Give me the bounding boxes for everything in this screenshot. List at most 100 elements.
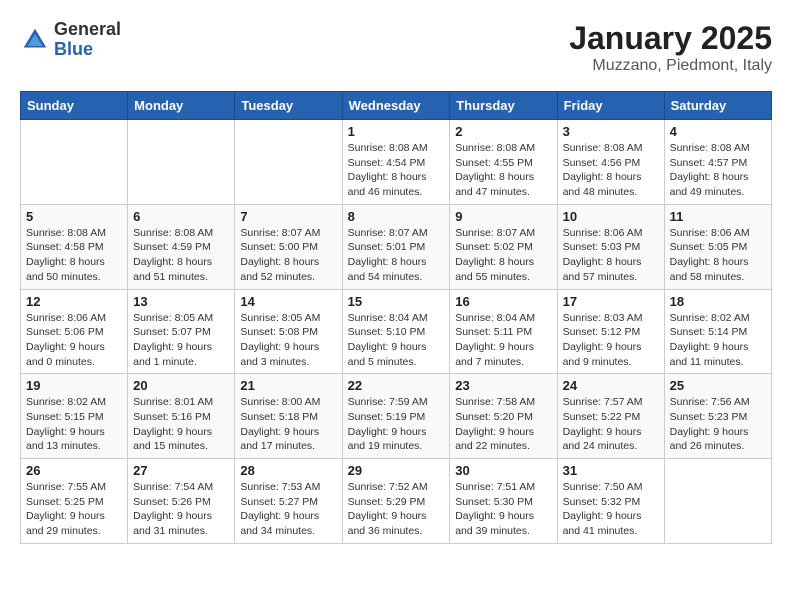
day-info: Sunrise: 8:08 AM Sunset: 4:55 PM Dayligh… (455, 141, 551, 200)
calendar-day-cell: 11Sunrise: 8:06 AM Sunset: 5:05 PM Dayli… (664, 204, 771, 289)
day-info: Sunrise: 7:53 AM Sunset: 5:27 PM Dayligh… (240, 480, 336, 539)
calendar-day-cell: 28 Sunrise: 7:53 AM Sunset: 5:27 PM Dayli… (235, 459, 342, 544)
weekday-header: Monday (128, 92, 235, 120)
calendar-day-cell: 26Sunrise: 7:55 AM Sunset: 5:25 PM Dayli… (21, 459, 128, 544)
day-info: Sunrise: 8:05 AM Sunset: 5:08 PM Dayligh… (240, 311, 336, 370)
day-number: 10 (563, 209, 659, 224)
day-number: 23 (455, 378, 551, 393)
calendar-header-row: SundayMondayTuesdayWednesdayThursdayFrid… (21, 92, 772, 120)
calendar-day-cell: 8 Sunrise: 8:07 AM Sunset: 5:01 PM Daylig… (342, 204, 450, 289)
day-number: 19 (26, 378, 122, 393)
weekday-header: Thursday (450, 92, 557, 120)
logo: General Blue (20, 20, 121, 60)
day-number: 20 (133, 378, 229, 393)
calendar-week-row: 5 Sunrise: 8:08 AM Sunset: 4:58 PM Daylig… (21, 204, 772, 289)
calendar-day-cell: 4Sunrise: 8:08 AM Sunset: 4:57 PM Daylig… (664, 120, 771, 205)
calendar-day-cell: 21Sunrise: 8:00 AM Sunset: 5:18 PM Dayli… (235, 374, 342, 459)
day-info: Sunrise: 8:04 AM Sunset: 5:10 PM Dayligh… (348, 311, 445, 370)
location-text: Muzzano, Piedmont, Italy (569, 57, 772, 75)
calendar-day-cell (664, 459, 771, 544)
calendar-day-cell: 12Sunrise: 8:06 AM Sunset: 5:06 PM Dayli… (21, 289, 128, 374)
calendar-day-cell: 3 Sunrise: 8:08 AM Sunset: 4:56 PM Daylig… (557, 120, 664, 205)
day-info: Sunrise: 8:08 AM Sunset: 4:54 PM Dayligh… (348, 141, 445, 200)
day-number: 13 (133, 294, 229, 309)
calendar-day-cell: 6 Sunrise: 8:08 AM Sunset: 4:59 PM Daylig… (128, 204, 235, 289)
calendar-day-cell: 7 Sunrise: 8:07 AM Sunset: 5:00 PM Daylig… (235, 204, 342, 289)
day-number: 25 (670, 378, 766, 393)
day-info: Sunrise: 7:56 AM Sunset: 5:23 PM Dayligh… (670, 395, 766, 454)
day-number: 28 (240, 463, 336, 478)
title-block: January 2025 Muzzano, Piedmont, Italy (569, 20, 772, 75)
calendar-day-cell: 30Sunrise: 7:51 AM Sunset: 5:30 PM Dayli… (450, 459, 557, 544)
calendar-day-cell: 22Sunrise: 7:59 AM Sunset: 5:19 PM Dayli… (342, 374, 450, 459)
day-info: Sunrise: 7:54 AM Sunset: 5:26 PM Dayligh… (133, 480, 229, 539)
day-number: 24 (563, 378, 659, 393)
calendar-day-cell: 24Sunrise: 7:57 AM Sunset: 5:22 PM Dayli… (557, 374, 664, 459)
calendar-day-cell: 1Sunrise: 8:08 AM Sunset: 4:54 PM Daylig… (342, 120, 450, 205)
logo-general-text: General (54, 20, 121, 40)
calendar-day-cell: 14 Sunrise: 8:05 AM Sunset: 5:08 PM Dayli… (235, 289, 342, 374)
calendar-day-cell: 18 Sunrise: 8:02 AM Sunset: 5:14 PM Dayli… (664, 289, 771, 374)
day-number: 8 (348, 209, 445, 224)
month-title: January 2025 (569, 20, 772, 57)
calendar-day-cell: 25 Sunrise: 7:56 AM Sunset: 5:23 PM Dayli… (664, 374, 771, 459)
day-info: Sunrise: 8:08 AM Sunset: 4:59 PM Dayligh… (133, 226, 229, 285)
day-number: 15 (348, 294, 445, 309)
day-number: 7 (240, 209, 336, 224)
day-number: 11 (670, 209, 766, 224)
day-info: Sunrise: 8:06 AM Sunset: 5:03 PM Dayligh… (563, 226, 659, 285)
weekday-header: Friday (557, 92, 664, 120)
calendar-day-cell: 19 Sunrise: 8:02 AM Sunset: 5:15 PM Dayli… (21, 374, 128, 459)
page-header: General Blue January 2025 Muzzano, Piedm… (20, 20, 772, 75)
day-number: 12 (26, 294, 122, 309)
logo-blue-text: Blue (54, 40, 121, 60)
calendar-day-cell (21, 120, 128, 205)
calendar-day-cell: 31 Sunrise: 7:50 AM Sunset: 5:32 PM Dayli… (557, 459, 664, 544)
calendar-day-cell: 13 Sunrise: 8:05 AM Sunset: 5:07 PM Dayli… (128, 289, 235, 374)
day-info: Sunrise: 8:08 AM Sunset: 4:57 PM Dayligh… (670, 141, 766, 200)
day-info: Sunrise: 8:07 AM Sunset: 5:01 PM Dayligh… (348, 226, 445, 285)
day-number: 14 (240, 294, 336, 309)
day-number: 17 (563, 294, 659, 309)
calendar-day-cell: 23 Sunrise: 7:58 AM Sunset: 5:20 PM Dayli… (450, 374, 557, 459)
weekday-header: Saturday (664, 92, 771, 120)
day-info: Sunrise: 8:02 AM Sunset: 5:15 PM Dayligh… (26, 395, 122, 454)
day-info: Sunrise: 8:01 AM Sunset: 5:16 PM Dayligh… (133, 395, 229, 454)
calendar-week-row: 1Sunrise: 8:08 AM Sunset: 4:54 PM Daylig… (21, 120, 772, 205)
day-number: 31 (563, 463, 659, 478)
calendar-day-cell: 27 Sunrise: 7:54 AM Sunset: 5:26 PM Dayli… (128, 459, 235, 544)
day-info: Sunrise: 8:00 AM Sunset: 5:18 PM Dayligh… (240, 395, 336, 454)
calendar-table: SundayMondayTuesdayWednesdayThursdayFrid… (20, 91, 772, 544)
calendar-day-cell: 5 Sunrise: 8:08 AM Sunset: 4:58 PM Daylig… (21, 204, 128, 289)
day-number: 6 (133, 209, 229, 224)
day-number: 3 (563, 124, 659, 139)
day-number: 2 (455, 124, 551, 139)
day-number: 16 (455, 294, 551, 309)
logo-text: General Blue (54, 20, 121, 60)
day-number: 5 (26, 209, 122, 224)
day-info: Sunrise: 8:05 AM Sunset: 5:07 PM Dayligh… (133, 311, 229, 370)
day-info: Sunrise: 7:50 AM Sunset: 5:32 PM Dayligh… (563, 480, 659, 539)
weekday-header: Sunday (21, 92, 128, 120)
calendar-day-cell: 29Sunrise: 7:52 AM Sunset: 5:29 PM Dayli… (342, 459, 450, 544)
calendar-week-row: 12Sunrise: 8:06 AM Sunset: 5:06 PM Dayli… (21, 289, 772, 374)
day-number: 18 (670, 294, 766, 309)
calendar-day-cell (235, 120, 342, 205)
day-number: 9 (455, 209, 551, 224)
day-info: Sunrise: 8:07 AM Sunset: 5:00 PM Dayligh… (240, 226, 336, 285)
day-info: Sunrise: 8:08 AM Sunset: 4:56 PM Dayligh… (563, 141, 659, 200)
day-number: 29 (348, 463, 445, 478)
day-info: Sunrise: 8:02 AM Sunset: 5:14 PM Dayligh… (670, 311, 766, 370)
day-info: Sunrise: 7:58 AM Sunset: 5:20 PM Dayligh… (455, 395, 551, 454)
calendar-day-cell: 2 Sunrise: 8:08 AM Sunset: 4:55 PM Daylig… (450, 120, 557, 205)
calendar-day-cell: 9 Sunrise: 8:07 AM Sunset: 5:02 PM Daylig… (450, 204, 557, 289)
day-number: 27 (133, 463, 229, 478)
day-info: Sunrise: 7:51 AM Sunset: 5:30 PM Dayligh… (455, 480, 551, 539)
calendar-day-cell: 17Sunrise: 8:03 AM Sunset: 5:12 PM Dayli… (557, 289, 664, 374)
calendar-day-cell: 16 Sunrise: 8:04 AM Sunset: 5:11 PM Dayli… (450, 289, 557, 374)
day-info: Sunrise: 7:55 AM Sunset: 5:25 PM Dayligh… (26, 480, 122, 539)
day-info: Sunrise: 8:08 AM Sunset: 4:58 PM Dayligh… (26, 226, 122, 285)
calendar-day-cell: 20 Sunrise: 8:01 AM Sunset: 5:16 PM Dayli… (128, 374, 235, 459)
day-info: Sunrise: 8:04 AM Sunset: 5:11 PM Dayligh… (455, 311, 551, 370)
day-info: Sunrise: 8:07 AM Sunset: 5:02 PM Dayligh… (455, 226, 551, 285)
